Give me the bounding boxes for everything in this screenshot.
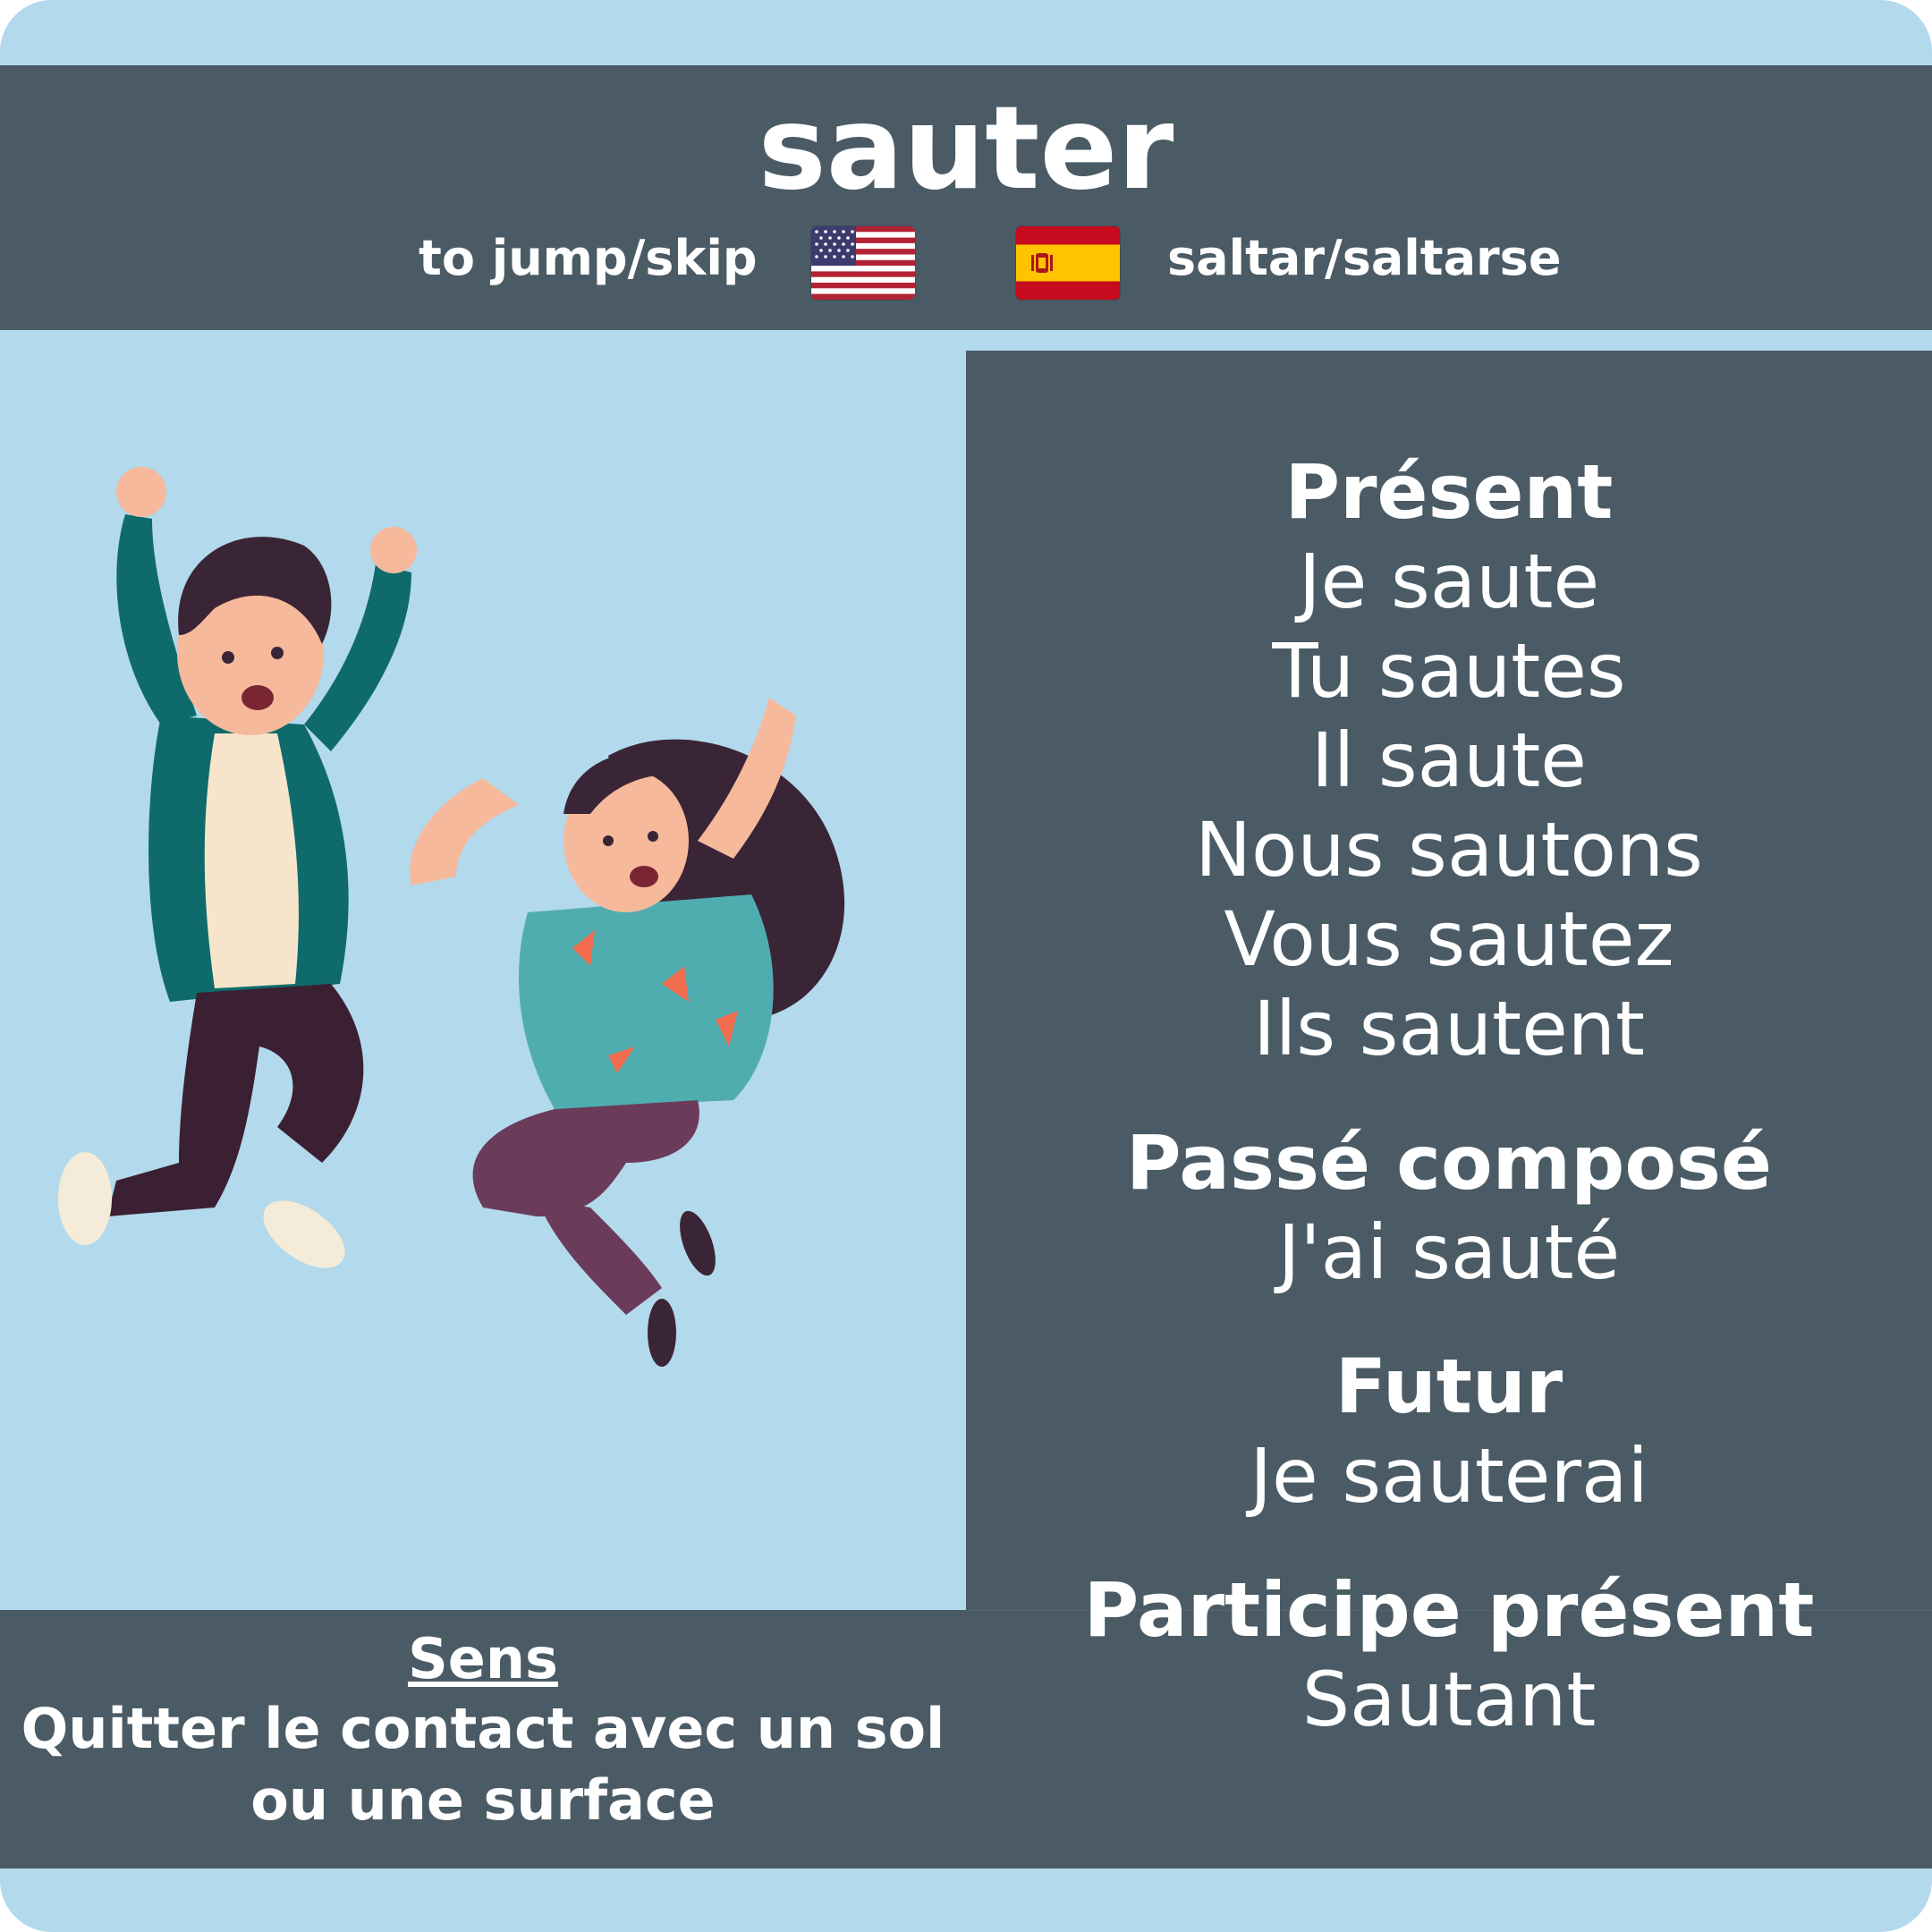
meaning-text: Quitter le contact avec un sol ou une su… — [21, 1696, 945, 1833]
conjugation-form: Vous sautez — [1224, 895, 1674, 983]
tense-present: Présent Je saute Tu sautes Il saute Nous… — [966, 447, 1932, 1073]
two-people-jumping-illustration — [58, 467, 845, 1367]
conjugation-form: Ils sautent — [1253, 985, 1645, 1072]
meaning-heading: Sens — [408, 1626, 558, 1691]
spain-flag-icon — [1016, 226, 1120, 300]
conjugation-form: Il saute — [1311, 716, 1587, 804]
woman-figure — [410, 698, 845, 1367]
conjugation-form: Tu sautes — [1272, 627, 1626, 715]
conjugation-form: Nous sautons — [1195, 806, 1703, 894]
tense-futur: Futur Je sauterai — [966, 1342, 1932, 1521]
tense-title: Participe présent — [1083, 1566, 1815, 1654]
us-flag-icon — [811, 226, 915, 300]
verb-title: sauter — [758, 82, 1174, 216]
tense-title: Présent — [1284, 448, 1614, 536]
spanish-translation: saltar/saltarse — [1167, 230, 1562, 286]
verb-card: sauter to jump/skip saltar/saltarse Sens… — [0, 0, 1932, 1932]
man-figure — [58, 467, 417, 1268]
conjugation-form: Je saute — [1298, 538, 1600, 625]
tense-title: Futur — [1335, 1343, 1563, 1430]
tense-passe-compose: Passé composé J'ai sauté — [966, 1118, 1932, 1297]
conjugation-form: Je sauterai — [1250, 1432, 1648, 1520]
tense-title: Passé composé — [1125, 1119, 1773, 1207]
english-translation: to jump/skip — [419, 230, 758, 286]
tense-participe-present: Participe présent Sautant — [966, 1565, 1932, 1744]
conjugation-form: J'ai sauté — [1277, 1208, 1621, 1296]
conjugation-form: Sautant — [1301, 1656, 1597, 1743]
